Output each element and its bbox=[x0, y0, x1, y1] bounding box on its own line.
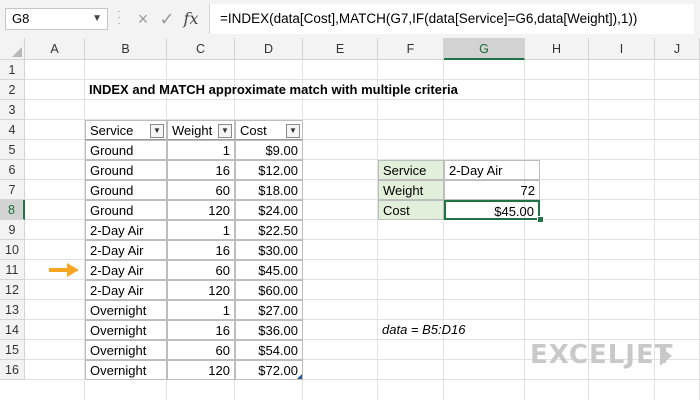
table-cell[interactable]: Overnight bbox=[85, 340, 167, 360]
row-header-6[interactable]: 6 bbox=[0, 160, 25, 180]
select-all-button[interactable] bbox=[0, 38, 25, 60]
highlight-arrow-icon bbox=[49, 263, 79, 277]
table-cell[interactable]: 1 bbox=[167, 140, 235, 160]
row-header-1[interactable]: 1 bbox=[0, 60, 25, 80]
table-header-service[interactable]: Service ▼ bbox=[85, 120, 167, 140]
row-header-9[interactable]: 9 bbox=[0, 220, 25, 240]
table-header-cost[interactable]: Cost ▼ bbox=[235, 120, 303, 140]
row-header-12[interactable]: 12 bbox=[0, 280, 25, 300]
row-header-4[interactable]: 4 bbox=[0, 120, 25, 140]
brand-arrow-icon bbox=[660, 346, 672, 366]
table-cell[interactable]: 1 bbox=[167, 300, 235, 320]
cancel-icon[interactable]: × bbox=[133, 9, 153, 29]
table-cell[interactable]: 60 bbox=[167, 180, 235, 200]
table-cell[interactable]: 60 bbox=[167, 340, 235, 360]
row-header-2[interactable]: 2 bbox=[0, 80, 25, 100]
formula-input[interactable]: =INDEX(data[Cost],MATCH(G7,IF(data[Servi… bbox=[209, 4, 694, 34]
table-cell[interactable]: 2-Day Air bbox=[85, 240, 167, 260]
table-cell[interactable]: 120 bbox=[167, 280, 235, 300]
table-cell[interactable]: $30.00 bbox=[235, 240, 303, 260]
column-header-g[interactable]: G bbox=[444, 38, 525, 60]
table-header-weight[interactable]: Weight ▼ bbox=[167, 120, 235, 140]
lookup-label-cost[interactable]: Cost bbox=[378, 200, 444, 220]
table-cell[interactable]: $36.00 bbox=[235, 320, 303, 340]
more-options-icon[interactable]: · · · bbox=[114, 7, 124, 29]
row-header-15[interactable]: 15 bbox=[0, 340, 25, 360]
filter-dropdown-icon[interactable]: ▼ bbox=[218, 124, 232, 138]
gridline-vertical bbox=[377, 60, 378, 400]
table-cell[interactable]: 2-Day Air bbox=[85, 260, 167, 280]
row-header-7[interactable]: 7 bbox=[0, 180, 25, 200]
gridline-vertical bbox=[443, 60, 444, 400]
table-cell[interactable]: $27.00 bbox=[235, 300, 303, 320]
table-cell[interactable]: $9.00 bbox=[235, 140, 303, 160]
column-header-a[interactable]: A bbox=[25, 38, 85, 60]
lookup-label-weight[interactable]: Weight bbox=[378, 180, 444, 200]
table-cell[interactable]: Ground bbox=[85, 160, 167, 180]
table-cell[interactable]: 2-Day Air bbox=[85, 280, 167, 300]
table-cell[interactable]: Ground bbox=[85, 200, 167, 220]
sheet-title[interactable]: INDEX and MATCH approximate match with m… bbox=[85, 80, 462, 100]
table-cell[interactable]: $45.00 bbox=[235, 260, 303, 280]
row-header-16[interactable]: 16 bbox=[0, 360, 25, 380]
row-header-3[interactable]: 3 bbox=[0, 100, 25, 120]
name-box[interactable]: G8 ▼ bbox=[5, 8, 108, 30]
column-header-f[interactable]: F bbox=[378, 38, 444, 60]
table-cell[interactable]: 120 bbox=[167, 200, 235, 220]
chevron-down-icon[interactable]: ▼ bbox=[92, 9, 102, 29]
table-cell[interactable]: $12.00 bbox=[235, 160, 303, 180]
column-header-d[interactable]: D bbox=[235, 38, 303, 60]
row-header-5[interactable]: 5 bbox=[0, 140, 25, 160]
filter-dropdown-icon[interactable]: ▼ bbox=[286, 124, 300, 138]
filter-dropdown-icon[interactable]: ▼ bbox=[150, 124, 164, 138]
column-header-j[interactable]: J bbox=[655, 38, 700, 60]
table-cell[interactable]: $60.00 bbox=[235, 280, 303, 300]
name-box-value: G8 bbox=[12, 11, 30, 26]
fill-handle[interactable] bbox=[537, 216, 544, 223]
lookup-label-service[interactable]: Service bbox=[378, 160, 444, 180]
column-header-b[interactable]: B bbox=[85, 38, 167, 60]
table-cell[interactable]: Overnight bbox=[85, 320, 167, 340]
table-header-label: Weight bbox=[172, 123, 213, 138]
named-range-note[interactable]: data = B5:D16 bbox=[378, 320, 469, 340]
enter-icon[interactable]: ✓ bbox=[157, 9, 177, 29]
column-header-i[interactable]: I bbox=[589, 38, 655, 60]
table-cell[interactable]: $72.00 bbox=[235, 360, 303, 380]
insert-function-button[interactable]: fx bbox=[181, 9, 201, 29]
column-header-c[interactable]: C bbox=[167, 38, 235, 60]
lookup-value-service[interactable]: 2-Day Air bbox=[444, 160, 540, 180]
row-header-8[interactable]: 8 bbox=[0, 200, 25, 220]
table-cell[interactable]: Overnight bbox=[85, 360, 167, 380]
table-cell[interactable]: 120 bbox=[167, 360, 235, 380]
table-cell[interactable]: $18.00 bbox=[235, 180, 303, 200]
column-header-h[interactable]: H bbox=[525, 38, 589, 60]
row-header-11[interactable]: 11 bbox=[0, 260, 25, 280]
table-cell[interactable]: 16 bbox=[167, 240, 235, 260]
row-header-13[interactable]: 13 bbox=[0, 300, 25, 320]
table-cell[interactable]: 60 bbox=[167, 260, 235, 280]
brand-logo: EXCELJET bbox=[530, 340, 674, 370]
row-header-14[interactable]: 14 bbox=[0, 320, 25, 340]
table-header-label: Service bbox=[90, 123, 134, 138]
lookup-value-cost[interactable]: $45.00 bbox=[444, 200, 540, 220]
row-header-10[interactable]: 10 bbox=[0, 240, 25, 260]
gridline-vertical bbox=[524, 60, 525, 400]
table-cell[interactable]: Ground bbox=[85, 140, 167, 160]
table-cell[interactable]: 16 bbox=[167, 320, 235, 340]
table-cell[interactable]: 16 bbox=[167, 160, 235, 180]
table-resize-handle[interactable] bbox=[297, 374, 302, 379]
table-cell[interactable]: $24.00 bbox=[235, 200, 303, 220]
lookup-value-weight[interactable]: 72 bbox=[444, 180, 540, 200]
table-header-label: Cost bbox=[240, 123, 267, 138]
formula-bar: G8 ▼ · · · × ✓ fx =INDEX(data[Cost],MATCH(… bbox=[0, 0, 700, 39]
table-cell[interactable]: 1 bbox=[167, 220, 235, 240]
table-cell[interactable]: 2-Day Air bbox=[85, 220, 167, 240]
table-cell[interactable]: Ground bbox=[85, 180, 167, 200]
table-cell[interactable]: Overnight bbox=[85, 300, 167, 320]
column-header-e[interactable]: E bbox=[303, 38, 378, 60]
select-all-triangle-icon bbox=[12, 47, 22, 57]
table-cell[interactable]: $54.00 bbox=[235, 340, 303, 360]
table-cell[interactable]: $22.50 bbox=[235, 220, 303, 240]
